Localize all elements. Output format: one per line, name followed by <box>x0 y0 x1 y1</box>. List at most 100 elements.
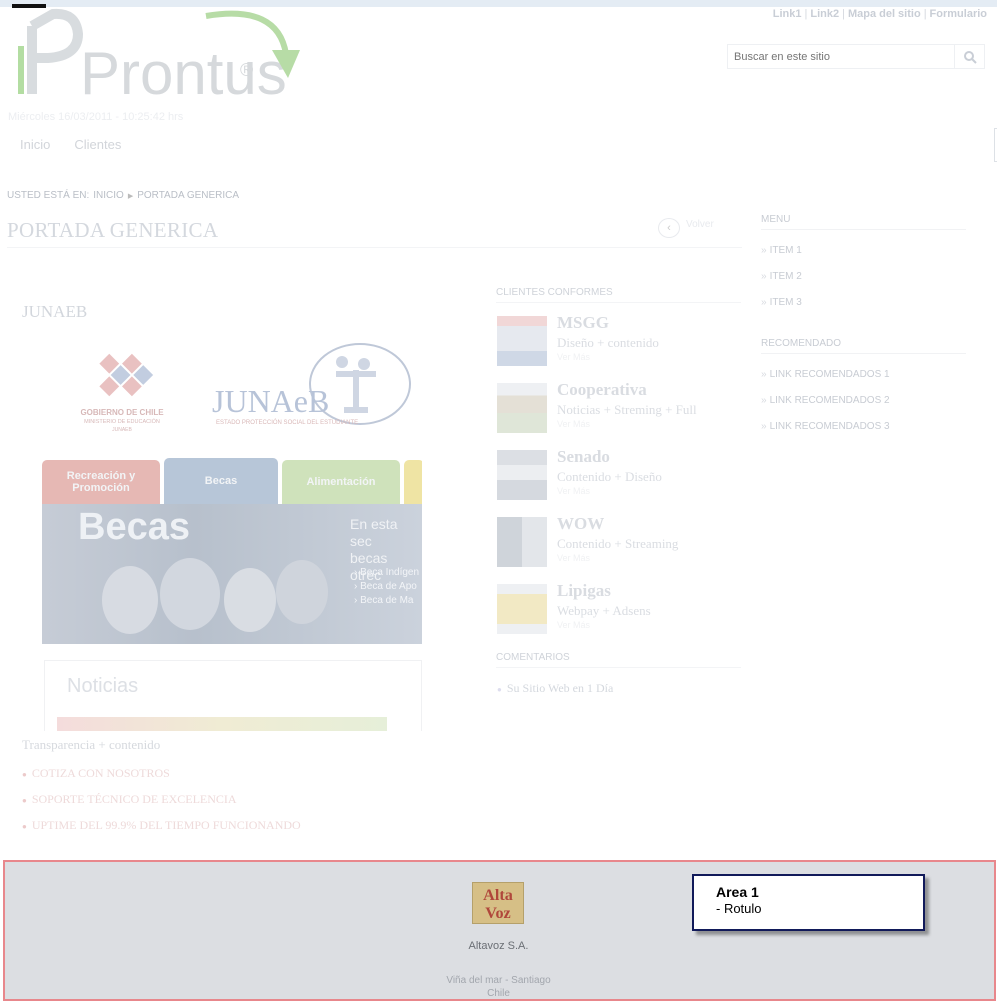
search-button[interactable] <box>954 45 984 68</box>
comment-item[interactable]: ● Su Sitio Web en 1 Día <box>497 681 613 696</box>
junaeb-logo-text: JUNAeB <box>212 383 329 419</box>
feature-title: JUNAEB <box>22 302 88 321</box>
recommended-link-3[interactable]: » LINK RECOMENDADOS 3 <box>761 421 966 432</box>
junaeb-tagline: ESTADO PROTECCIÓN SOCIAL DEL ESTUDIANTE <box>216 419 358 426</box>
client-name[interactable]: MSGG <box>557 313 609 333</box>
back-arrow-icon[interactable]: ‹ <box>658 218 680 238</box>
client-item[interactable]: Senado Contenido + Diseño Ver Más <box>497 447 742 502</box>
feature-bullet-label: COTIZA CON NOSOTROS <box>31 766 170 780</box>
top-link-sitemap[interactable]: Mapa del sitio <box>848 8 921 20</box>
nav-item-clientes[interactable]: Clientes <box>74 137 121 152</box>
comment-label: Su Sitio Web en 1 Día <box>506 681 614 695</box>
search-input[interactable] <box>728 45 954 68</box>
banner-link-list: › Beca Indígen › Beca de Apo › Beca de M… <box>354 566 419 608</box>
banner-link-3[interactable]: › Beca de Ma <box>354 594 419 608</box>
menu-item-label: ITEM 1 <box>769 245 802 256</box>
banner-title: Becas <box>78 506 190 548</box>
client-thumbnail[interactable] <box>497 450 547 500</box>
client-name[interactable]: Lipigas <box>557 581 611 601</box>
top-links: Link1 | Link2 | Mapa del sitio | Formulario <box>773 8 987 20</box>
gob-line-3: JUNAEB <box>112 427 132 433</box>
separator: | <box>842 8 845 20</box>
client-item[interactable]: MSGG Diseño + contenido Ver Más <box>497 313 742 368</box>
gobierno-logo: GOBIERNO DE CHILE MINISTERIO DE EDUCACIÓ… <box>80 353 164 433</box>
client-more-link[interactable]: Ver Más <box>557 620 590 630</box>
comments-title: COMENTARIOS <box>496 652 741 668</box>
noticias-image-strip <box>57 717 387 731</box>
search-icon <box>963 50 977 64</box>
logo-line-1: Alta <box>483 886 513 904</box>
tab-alimentacion[interactable]: Alimentación <box>282 460 400 504</box>
title-divider <box>7 247 742 248</box>
junaeb-banner: Recreación y Promoción Becas Alimentació… <box>22 456 422 731</box>
tab-recreacion[interactable]: Recreación y Promoción <box>42 460 160 504</box>
tab-more[interactable] <box>404 460 422 504</box>
banner-link-2[interactable]: › Beca de Apo <box>354 580 419 594</box>
client-more-link[interactable]: Ver Más <box>557 352 590 362</box>
client-more-link[interactable]: Ver Más <box>557 419 590 429</box>
top-link-1[interactable]: Link1 <box>773 8 802 20</box>
client-thumbnail[interactable] <box>497 517 547 567</box>
client-more-link[interactable]: Ver Más <box>557 486 590 496</box>
client-thumbnail[interactable] <box>497 584 547 634</box>
feature-bullet-2: ● SOPORTE TÉCNICO DE EXCELENCIA <box>22 792 301 807</box>
feature-bullet-3: ● UPTIME DEL 99.9% DEL TIEMPO FUNCIONANDO <box>22 818 301 833</box>
tooltip-subtitle: - Rotulo <box>716 901 762 916</box>
bullet-icon: » <box>761 395 767 406</box>
recommended-link-label: LINK RECOMENDADOS 2 <box>769 395 890 406</box>
client-name[interactable]: WOW <box>557 514 604 534</box>
client-desc: Noticias + Streming + Full <box>557 402 697 417</box>
bullet-icon: ● <box>22 822 27 831</box>
breadcrumb: USTED ESTÁ EN: INICIO ▶ PORTADA GENERICA <box>7 190 239 201</box>
nav-item-inicio[interactable]: Inicio <box>20 137 50 152</box>
area-tooltip: Area 1 - Rotulo <box>692 874 925 931</box>
top-link-form[interactable]: Formulario <box>930 8 987 20</box>
bullet-icon: ● <box>497 685 502 694</box>
client-desc: Contenido + Diseño <box>557 469 662 484</box>
recommended-link-2[interactable]: » LINK RECOMENDADOS 2 <box>761 395 966 406</box>
bullet-icon: » <box>761 271 767 282</box>
recommended-link-1[interactable]: » LINK RECOMENDADOS 1 <box>761 369 966 380</box>
menu-item-3[interactable]: » ITEM 3 <box>761 297 966 308</box>
search-box <box>727 44 985 69</box>
tooltip-title: Area 1 <box>716 884 759 900</box>
banner-photo[interactable]: Becas En esta sec becas otrec › Beca Indí… <box>42 504 422 644</box>
clients-title: CLIENTES CONFORMES <box>496 287 741 303</box>
altavoz-logo[interactable]: Alta Voz <box>472 882 524 924</box>
footer-location: Viña del mar - Santiago Chile <box>5 974 997 1000</box>
client-item[interactable]: Lipigas Webpay + Adsens Ver Más <box>497 581 742 636</box>
client-name[interactable]: Cooperativa <box>557 380 647 400</box>
menu-item-label: ITEM 3 <box>769 297 802 308</box>
footer-company: Altavoz S.A. <box>468 940 529 952</box>
feature-bullet-label: SOPORTE TÉCNICO DE EXCELENCIA <box>31 792 237 806</box>
top-link-2[interactable]: Link2 <box>810 8 839 20</box>
back-label[interactable]: Volver <box>686 219 714 230</box>
bullet-icon: » <box>761 297 767 308</box>
logo-text: Prontus <box>80 40 287 98</box>
client-item[interactable]: WOW Contenido + Streaming Ver Más <box>497 514 742 569</box>
dateline: Miércoles 16/03/2011 - 10:25:42 hrs <box>8 111 184 123</box>
chevron-right-icon: ▶ <box>127 192 134 200</box>
footer-city-line-2: Chile <box>487 988 510 999</box>
banner-text-line-1: En esta sec <box>350 516 398 549</box>
footer-city-line-1: Viña del mar - Santiago <box>446 975 551 986</box>
menu-item-1[interactable]: » ITEM 1 <box>761 245 966 256</box>
menu-item-2[interactable]: » ITEM 2 <box>761 271 966 282</box>
client-desc: Contenido + Streaming <box>557 536 679 551</box>
client-more-link[interactable]: Ver Más <box>557 553 590 563</box>
banner-link-1[interactable]: › Beca Indígen <box>354 566 419 580</box>
tab-becas[interactable]: Becas <box>164 458 278 504</box>
junaeb-logo: JUNAeB ESTADO PROTECCIÓN SOCIAL DEL ESTU… <box>212 343 411 426</box>
client-item[interactable]: Cooperativa Noticias + Streming + Full V… <box>497 380 742 435</box>
logo-line-2: Voz <box>485 904 510 922</box>
client-desc: Diseño + contenido <box>557 335 659 350</box>
client-thumbnail[interactable] <box>497 383 547 433</box>
bullet-icon: » <box>761 245 767 256</box>
breadcrumb-item-current: PORTADA GENERICA <box>137 190 240 201</box>
right-sidebar: MENU » ITEM 1 » ITEM 2 » ITEM 3 RECOMENDADO… <box>761 214 966 462</box>
client-name[interactable]: Senado <box>557 447 610 467</box>
feature-bullet-label: UPTIME DEL 99.9% DEL TIEMPO FUNCIONANDO <box>31 818 301 832</box>
prontus-logo[interactable]: Prontus ® <box>18 6 308 98</box>
breadcrumb-item-inicio[interactable]: INICIO <box>93 190 124 201</box>
client-thumbnail[interactable] <box>497 316 547 366</box>
